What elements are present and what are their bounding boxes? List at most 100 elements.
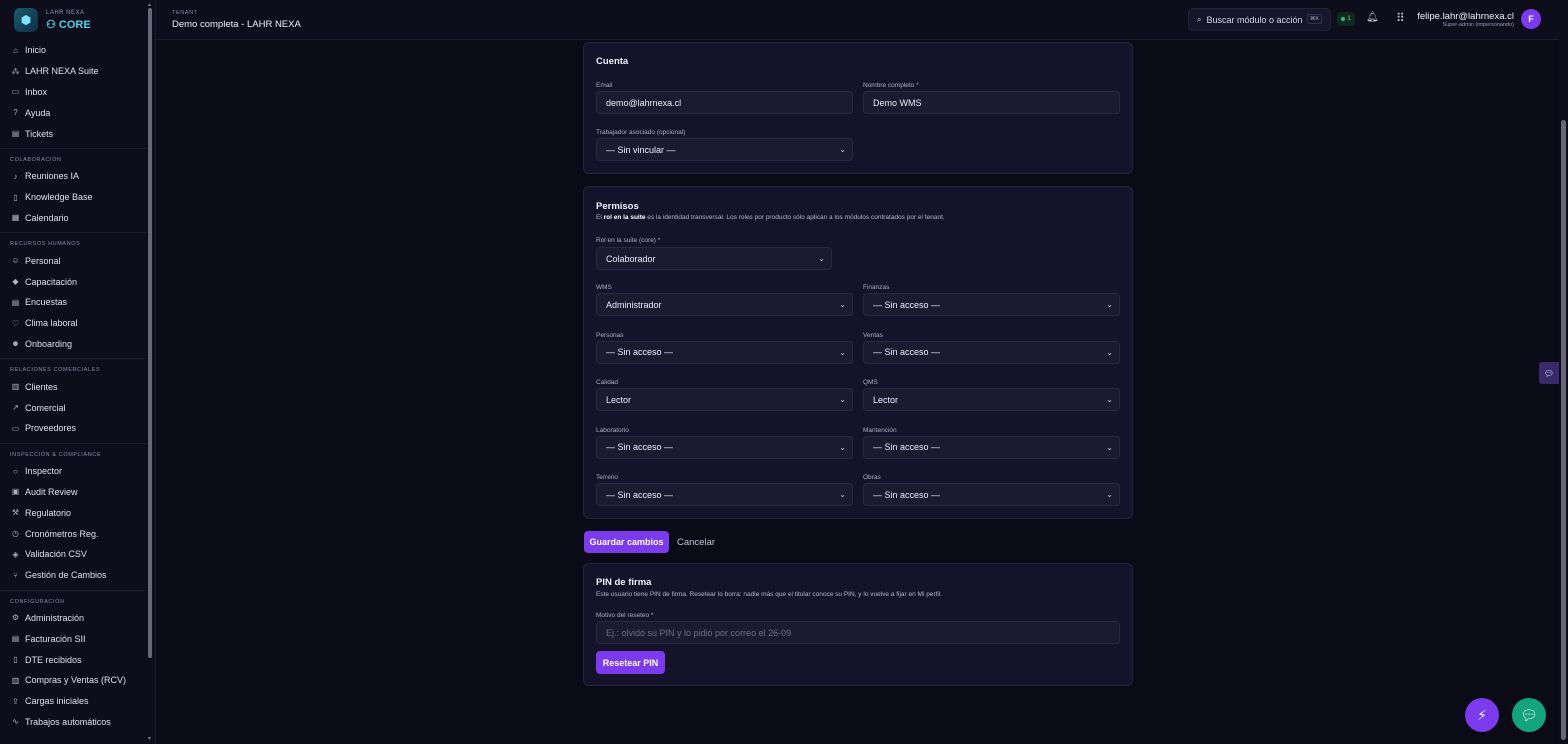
graduation-icon: ◆ [12, 277, 19, 287]
tenant-name[interactable]: Demo completa - LAHR NEXA [172, 19, 301, 30]
qms-role-select[interactable]: Lector ⌄ [863, 388, 1120, 411]
search-icon: ⌕ [1197, 14, 1202, 24]
people-icon: ☺ [11, 256, 20, 266]
laboratorio-role-select[interactable]: — Sin acceso — ⌄ [596, 435, 853, 459]
qms-role-label: QMS [863, 379, 878, 386]
sidebar-item-onboarding[interactable]: ☻ Onboarding [0, 334, 146, 355]
shield-check-icon: ◈ [12, 549, 19, 559]
brand[interactable]: ⬢ LAHR NEXA ⚇ CORE [0, 0, 155, 40]
sidebar-item-cron-metros-reg[interactable]: ◷ Cronómetros Reg. [0, 523, 146, 544]
top-header: TENANT Demo completa - LAHR NEXA ⌕ Busca… [156, 0, 1568, 40]
feedback-tab-icon[interactable]: 💬︎ [1539, 362, 1559, 384]
sidebar-item-compras-y-ventas-rcv[interactable]: ▥ Compras y Ventas (RCV) [0, 670, 146, 691]
avatar[interactable]: F [1521, 9, 1541, 29]
reset-reason-label: Motivo del reseteo * [596, 612, 654, 619]
sidebar-item-calendario[interactable]: ▦ Calendario [0, 208, 146, 229]
brand-core-label: CORE [58, 18, 91, 31]
inbox-icon: ▭ [11, 87, 20, 97]
brand-core: ⚇ CORE [46, 18, 91, 31]
sidebar-item-administraci-n[interactable]: ⚙ Administración [0, 608, 146, 629]
sidebar-item-label: Inspector [25, 466, 63, 477]
sidebar-item-label: Audit Review [25, 486, 78, 497]
sidebar-item-inbox[interactable]: ▭ Inbox [0, 82, 146, 103]
wms-role-select[interactable]: Administrador ⌄ [596, 293, 853, 316]
sidebar-item-regulatorio[interactable]: ⚒ Regulatorio [0, 502, 146, 523]
sidebar-scrollbar[interactable]: ▲ ▼ [147, 2, 153, 742]
sidebar-section-title: RELACIONES COMERCIALES [0, 358, 146, 376]
qms-role-value: Lector [873, 394, 899, 405]
obras-role-select[interactable]: — Sin acceso — ⌄ [863, 483, 1120, 506]
sidebar-scroll-thumb[interactable] [148, 8, 152, 658]
sidebar-item-facturaci-n-sii[interactable]: ▤ Facturación SII [0, 628, 146, 649]
terreno-role-select[interactable]: — Sin acceso — ⌄ [596, 483, 853, 506]
mantencion-role-select[interactable]: — Sin acceso — ⌄ [863, 435, 1120, 459]
suite-icon: ⁂ [11, 66, 20, 76]
main-scroll-thumb[interactable] [1561, 120, 1566, 740]
sidebar-item-label: Trabajos automáticos [25, 716, 111, 727]
sidebar-item-personal[interactable]: ☺ Personal [0, 250, 146, 271]
save-button[interactable]: Guardar cambios [584, 531, 669, 553]
finanzas-role-label: Finanzas [863, 284, 890, 291]
sidebar-item-audit-review[interactable]: ▣ Audit Review [0, 482, 146, 503]
reset-pin-button[interactable]: Resetear PIN [596, 651, 665, 674]
main-scrollbar[interactable] [1559, 0, 1568, 744]
sidebar-item-clientes[interactable]: ▥ Clientes [0, 376, 146, 397]
quick-actions-bolt-icon[interactable]: ⚡︎ [1465, 698, 1499, 732]
sidebar-item-label: Cronómetros Reg. [25, 528, 99, 539]
personas-role-select[interactable]: — Sin acceso — ⌄ [596, 340, 853, 364]
sidebar-item-comercial[interactable]: ↗ Comercial [0, 397, 146, 418]
sidebar-item-ayuda[interactable]: ? Ayuda [0, 102, 146, 123]
search-box[interactable]: ⌕ Buscar módulo o acción ⌘K [1188, 8, 1331, 31]
worker-select[interactable]: — Sin vincular — ⌄ [596, 138, 853, 161]
reset-reason-input[interactable]: Ej.: olvidó su PIN y lo pidió por correo… [596, 621, 1120, 644]
bar-chart-icon: ▥ [11, 675, 20, 685]
search-shortcut: ⌘K [1306, 14, 1322, 24]
timer-icon: ◷ [12, 529, 19, 539]
chat-bubble-icon[interactable]: 💬︎ [1512, 698, 1546, 732]
sidebar-item-cargas-iniciales[interactable]: ⇪ Cargas iniciales [0, 691, 146, 712]
sidebar-item-capacitaci-n[interactable]: ◆ Capacitación [0, 271, 146, 292]
status-badge[interactable]: 1 [1337, 12, 1355, 26]
laboratorio-role-value: — Sin acceso — [606, 442, 674, 452]
chevron-down-icon: ⌄ [839, 347, 846, 357]
permissions-desc-pre: El [596, 214, 604, 221]
sidebar-item-lahr-nexa-suite[interactable]: ⁂ LAHR NEXA Suite [0, 61, 146, 82]
sidebar-item-gesti-n-de-cambios[interactable]: ⑂ Gestión de Cambios [0, 565, 146, 586]
apps-grid-icon[interactable]: ⠿ [1396, 11, 1405, 25]
user-plus-icon: ☻ [11, 339, 20, 349]
chevron-down-icon: ⌄ [839, 442, 846, 452]
survey-icon: ▤ [11, 297, 20, 307]
sidebar-item-clima-laboral[interactable]: ♡ Clima laboral [0, 313, 146, 334]
sidebar-item-reuniones-ia[interactable]: ♪ Reuniones IA [0, 166, 146, 187]
sidebar-item-label: Administración [25, 612, 85, 623]
sidebar-item-inspector[interactable]: ○ Inspector [0, 461, 146, 482]
email-field[interactable]: demo@lahrnexa.cl [596, 91, 853, 114]
mantencion-role-value: — Sin acceso — [873, 442, 941, 452]
sidebar-item-inicio[interactable]: ⌂ Inicio [0, 40, 146, 61]
gavel-icon: ⚒ [11, 508, 20, 518]
full-name-field[interactable]: Demo WMS [863, 91, 1120, 114]
sidebar-item-proveedores[interactable]: ▭ Proveedores [0, 418, 146, 439]
sidebar-item-trabajos-autom-ticos[interactable]: ∿ Trabajos automáticos [0, 712, 146, 733]
ventas-role-value: — Sin acceso — [873, 347, 941, 357]
sidebar-item-label: Compras y Ventas (RCV) [25, 675, 127, 686]
calidad-role-select[interactable]: Lector ⌄ [596, 388, 853, 411]
core-role-select[interactable]: Colaborador ⌄ [596, 247, 832, 270]
ventas-role-select[interactable]: — Sin acceso — ⌄ [863, 340, 1120, 364]
email-label: Email [596, 82, 613, 89]
finanzas-role-select[interactable]: — Sin acceso — ⌄ [863, 293, 1120, 316]
sidebar-item-tickets[interactable]: ▤ Tickets [0, 123, 146, 144]
sidebar-item-knowledge-base[interactable]: ▯ Knowledge Base [0, 187, 146, 208]
sidebar-item-label: Proveedores [25, 423, 77, 434]
sidebar-item-validaci-n-csv[interactable]: ◈ Validación CSV [0, 544, 146, 565]
bell-icon[interactable]: 🔔︎ [1366, 12, 1379, 23]
scroll-down-icon[interactable]: ▼ [147, 736, 152, 742]
user-email[interactable]: felipe.lahr@lahrnexa.cl [1417, 11, 1514, 22]
cancel-button[interactable]: Cancelar [677, 537, 715, 548]
sidebar-item-label: Encuestas [25, 297, 68, 308]
sidebar-item-encuestas[interactable]: ▤ Encuestas [0, 292, 146, 313]
cube-logo-icon: ⬢ [14, 8, 38, 32]
home-icon: ⌂ [13, 45, 18, 55]
sidebar-item-dte-recibidos[interactable]: ▯ DTE recibidos [0, 649, 146, 670]
activity-icon: ∿ [12, 717, 19, 727]
